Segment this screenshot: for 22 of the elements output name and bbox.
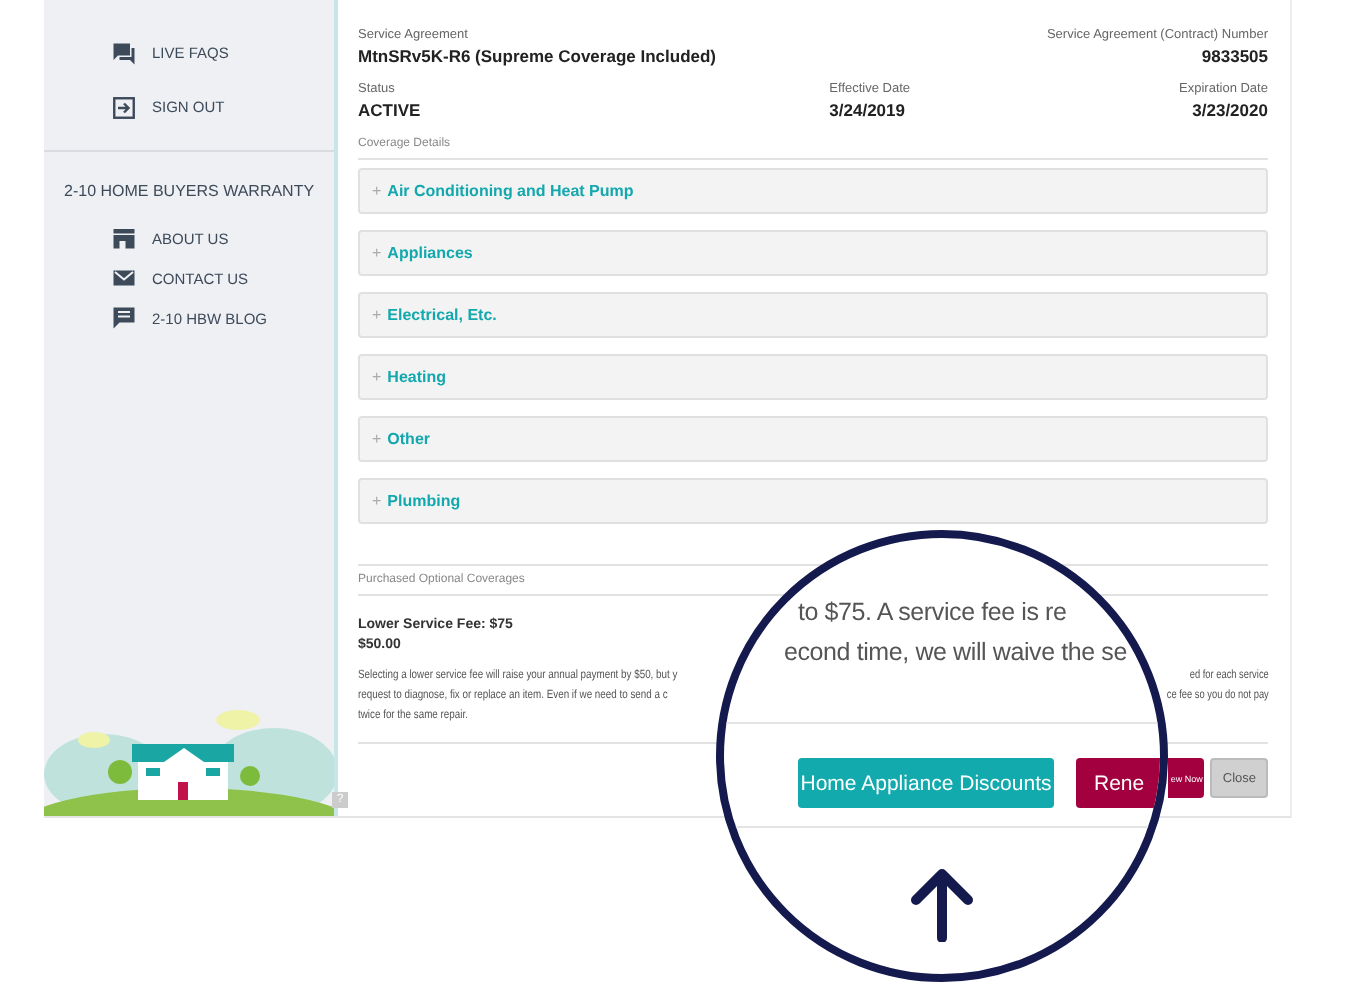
accordion-item[interactable]: + Other <box>358 416 1268 462</box>
up-arrow-icon <box>908 866 976 942</box>
section-title: 2-10 HOME BUYERS WARRANTY <box>62 180 317 204</box>
accordion-item[interactable]: + Air Conditioning and Heat Pump <box>358 168 1268 214</box>
envelope-icon <box>112 266 136 290</box>
accordion-item[interactable]: + Appliances <box>358 230 1268 276</box>
field-value: 3/24/2019 <box>829 100 907 120</box>
field-value: ACTIVE <box>358 100 421 120</box>
accordion-item[interactable]: + Electrical, Etc. <box>358 292 1268 338</box>
renew-button[interactable]: Rene <box>1076 758 1160 808</box>
field-value: 3/23/2020 <box>1190 100 1268 120</box>
discounts-button[interactable]: Home Appliance Discounts <box>798 758 1054 808</box>
field-value: MtnSRv5K-R6 (Supreme Coverage Included) <box>358 46 717 66</box>
exit-icon <box>112 95 136 119</box>
field-value: 9833505 <box>1199 46 1268 66</box>
accordion-item[interactable]: + Heating <box>358 354 1268 400</box>
accordion-item[interactable]: + Plumbing <box>358 478 1268 524</box>
magnified-text: to $75. A service fee is re <box>798 598 1067 626</box>
comment-icon <box>112 306 136 330</box>
magnified-text: econd time, we will waive the se <box>784 638 1127 666</box>
store-icon <box>112 226 136 250</box>
chat-icon <box>112 41 136 65</box>
